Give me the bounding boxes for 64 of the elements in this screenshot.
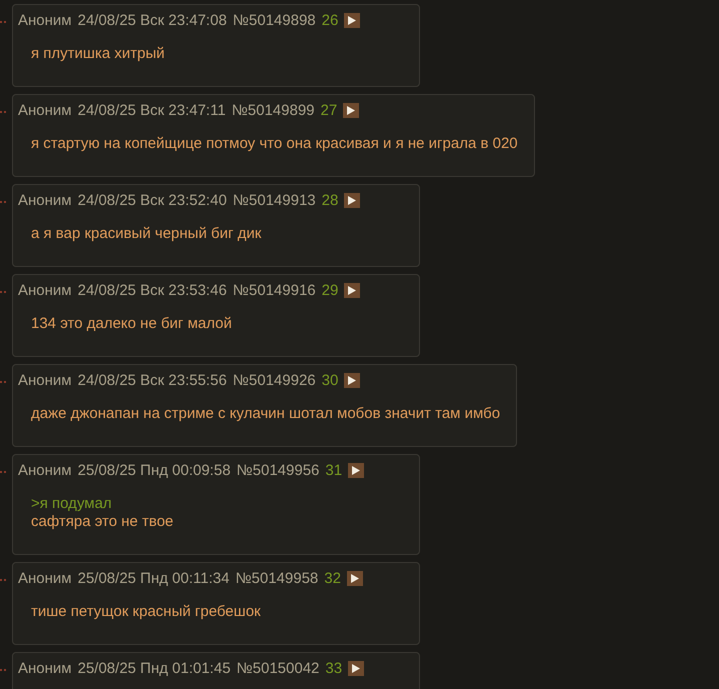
dots-icon — [0, 111, 6, 114]
dots-icon — [0, 201, 6, 204]
author-name: Аноним — [18, 192, 72, 209]
play-button[interactable] — [346, 571, 363, 586]
play-button[interactable] — [344, 193, 360, 208]
author-name: Аноним — [18, 102, 72, 119]
play-button[interactable] — [343, 103, 360, 118]
post-text: даже джонапан на стриме с кулачин шотал мобов значит там имбо — [31, 405, 500, 423]
post-number[interactable]: №50149958 — [235, 570, 318, 587]
quote-line: >я подумал — [31, 495, 113, 513]
triangle-icon — [348, 16, 356, 25]
post-text: сафтяра это не твое — [31, 513, 174, 531]
post-number[interactable]: №50149956 — [236, 462, 320, 479]
triangle-icon — [347, 106, 356, 115]
post-index: 28 — [322, 192, 338, 209]
post-date: 25/08/25 Пнд 00:11:34 — [78, 570, 230, 587]
dots-icon — [0, 381, 6, 384]
author-name: Аноним — [18, 12, 72, 29]
play-button[interactable] — [344, 13, 360, 28]
post-date: 24/08/25 Вск 23:47:11 — [78, 102, 226, 119]
post-index: 33 — [325, 660, 342, 677]
post-number[interactable]: №50149916 — [232, 282, 316, 299]
author-name: Аноним — [18, 282, 72, 299]
triangle-icon — [348, 286, 356, 295]
post-date: 25/08/25 Пнд 00:09:58 — [78, 462, 231, 479]
post-index: 27 — [320, 102, 338, 119]
post-number[interactable]: №50150042 — [236, 660, 320, 677]
dots-icon — [0, 471, 6, 474]
play-button[interactable] — [348, 463, 364, 478]
post-number[interactable]: №50149899 — [232, 102, 315, 119]
post-date: 24/08/25 Вск 23:52:40 — [78, 192, 227, 209]
post-date: 24/08/25 Вск 23:53:46 — [78, 282, 227, 299]
dots-icon — [0, 21, 6, 24]
triangle-icon — [352, 664, 360, 673]
post-number[interactable]: №50149913 — [232, 192, 316, 209]
post-text: я плутишка хитрый — [31, 45, 166, 63]
play-button[interactable] — [344, 373, 360, 388]
post-index: 29 — [322, 282, 338, 299]
triangle-icon — [348, 196, 356, 205]
post-text: я стартую на копейщице потмоу что она красивая и я не играла в 020 — [31, 135, 518, 153]
author-name: Аноним — [18, 372, 72, 389]
post-text: а я вар красивый черный биг дик — [31, 225, 262, 243]
dots-icon — [0, 669, 6, 672]
post-index: 30 — [322, 372, 338, 389]
post-text: 134 это далеко не биг малой — [31, 315, 233, 333]
dots-icon — [0, 579, 6, 582]
triangle-icon — [350, 574, 359, 583]
post-text: тише петущок красный гребешок — [31, 603, 262, 621]
play-button[interactable] — [348, 661, 364, 676]
play-button[interactable] — [344, 283, 360, 298]
triangle-icon — [352, 466, 360, 475]
post-number[interactable]: №50149926 — [232, 372, 316, 389]
post-date: 24/08/25 Вск 23:55:56 — [78, 372, 227, 389]
author-name: Аноним — [18, 462, 72, 479]
post-index: 32 — [324, 570, 341, 587]
post-index: 26 — [322, 12, 338, 29]
author-name: Аноним — [18, 570, 72, 587]
author-name: Аноним — [18, 660, 72, 677]
triangle-icon — [348, 376, 356, 385]
post-date: 24/08/25 Вск 23:47:08 — [78, 12, 227, 29]
post-index: 31 — [325, 462, 342, 479]
post-number[interactable]: №50149898 — [232, 12, 316, 29]
post-date: 25/08/25 Пнд 01:01:45 — [78, 660, 231, 677]
dots-icon — [0, 291, 6, 294]
